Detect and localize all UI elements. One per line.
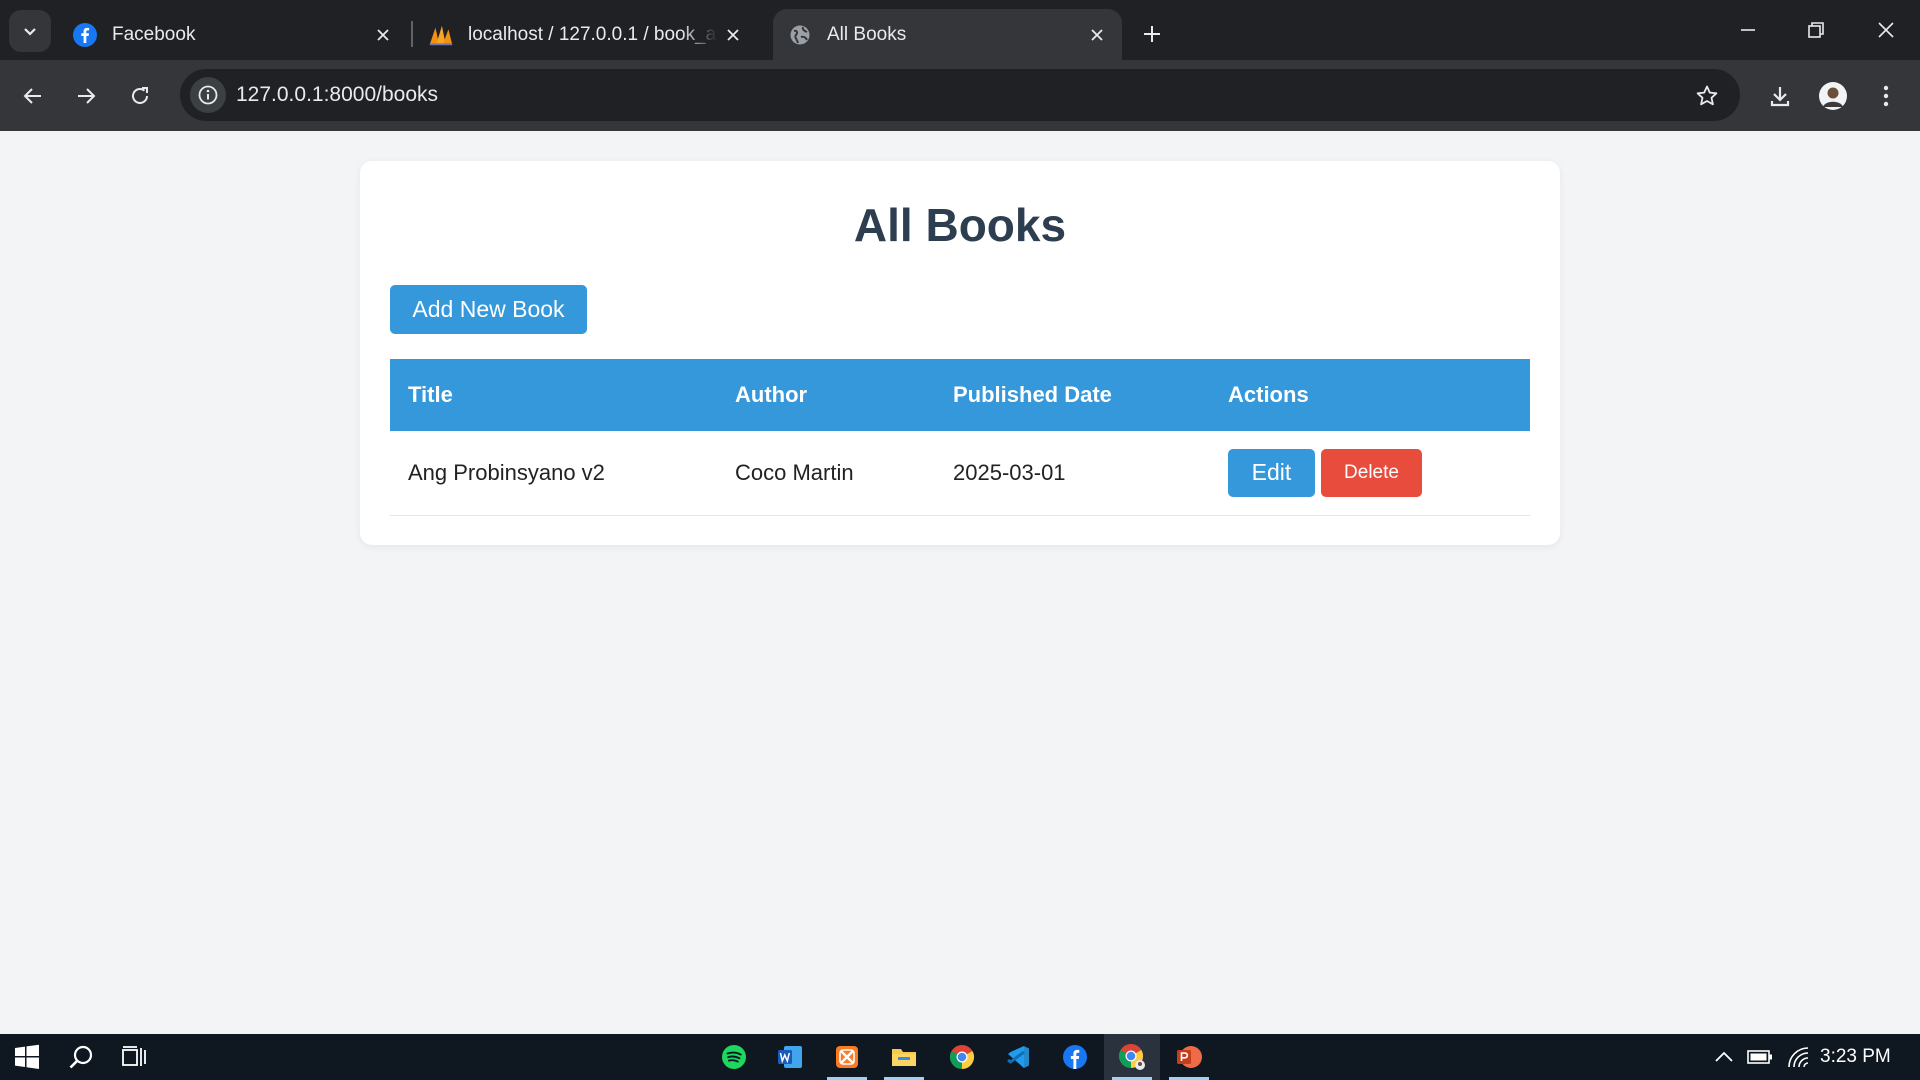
- tab-title: Facebook: [112, 23, 196, 45]
- profile-avatar[interactable]: [1811, 74, 1855, 118]
- show-hidden-icons-button[interactable]: [1712, 1034, 1736, 1080]
- facebook-app[interactable]: [1047, 1034, 1103, 1080]
- table-header-row: Title Author Published Date Actions: [390, 359, 1530, 431]
- vscode-icon: [1007, 1046, 1029, 1068]
- browser-tab-bar: Facebook localhost / 127.0.0.1 / book_ac…: [0, 0, 1920, 60]
- close-icon[interactable]: [1082, 20, 1112, 50]
- address-url[interactable]: 127.0.0.1:8000/books: [236, 83, 438, 107]
- page-title: All Books: [853, 199, 1067, 251]
- chrome-app[interactable]: [934, 1034, 990, 1080]
- file-explorer-icon: [892, 1049, 916, 1066]
- vscode-app[interactable]: [990, 1034, 1046, 1080]
- taskbar-clock[interactable]: 3:23 PM: [1820, 1046, 1891, 1068]
- arrow-left-icon: [23, 88, 41, 104]
- reload-button[interactable]: [118, 74, 162, 118]
- powerpoint-app[interactable]: [1161, 1034, 1217, 1080]
- windows-taskbar: 3:23 PM: [0, 1034, 1920, 1080]
- xampp-icon: [836, 1046, 858, 1068]
- task-view-button[interactable]: [108, 1034, 162, 1080]
- page-viewport: All Books Add New Book Title Author Publ…: [0, 131, 1920, 1034]
- close-icon[interactable]: [368, 20, 398, 50]
- tab-title: localhost / 127.0.0.1 / book_acti: [468, 23, 718, 45]
- book-published-date-cell: 2025-03-01: [935, 431, 1210, 516]
- download-icon: [1770, 87, 1790, 107]
- powerpoint-icon: [1177, 1046, 1202, 1068]
- chevron-up-icon: [1715, 1051, 1733, 1062]
- chevron-down-icon: [24, 28, 36, 36]
- tab-phpmyadmin[interactable]: localhost / 127.0.0.1 / book_acti: [414, 9, 758, 60]
- tab-all-books[interactable]: All Books: [773, 9, 1122, 60]
- facebook-icon: [1063, 1045, 1087, 1069]
- address-bar[interactable]: 127.0.0.1:8000/books: [180, 69, 1740, 121]
- minimize-icon: [1741, 29, 1755, 31]
- windows-logo-icon: [15, 1044, 39, 1069]
- facebook-icon: [72, 22, 98, 48]
- column-header-actions: Actions: [1210, 359, 1530, 431]
- menu-button[interactable]: [1864, 74, 1908, 118]
- book-actions-cell: Edit Delete: [1210, 431, 1530, 516]
- task-view-icon: [122, 1046, 146, 1066]
- tab-facebook[interactable]: Facebook: [58, 9, 408, 60]
- books-table: Title Author Published Date Actions Ang …: [390, 359, 1530, 516]
- plus-icon: [1144, 26, 1160, 42]
- forward-button[interactable]: [64, 74, 108, 118]
- column-header-title: Title: [390, 359, 717, 431]
- delete-button[interactable]: Delete: [1321, 448, 1422, 497]
- chrome-icon: [949, 1045, 975, 1069]
- book-title-cell: Ang Probinsyano v2: [390, 431, 717, 516]
- column-header-author: Author: [717, 359, 935, 431]
- word-icon: [778, 1046, 802, 1068]
- table-row: Ang Probinsyano v2 Coco Martin 2025-03-0…: [390, 431, 1530, 516]
- column-header-published-date: Published Date: [935, 359, 1210, 431]
- edit-button[interactable]: Edit: [1228, 448, 1315, 497]
- battery-icon[interactable]: [1745, 1034, 1775, 1080]
- reload-icon: [132, 87, 148, 104]
- tab-title: All Books: [827, 23, 907, 45]
- add-new-book-button[interactable]: Add New Book: [390, 285, 587, 334]
- globe-icon: [787, 22, 813, 48]
- search-button[interactable]: [54, 1034, 108, 1080]
- chrome-profile-icon: [1118, 1044, 1145, 1070]
- word-app[interactable]: [762, 1034, 818, 1080]
- back-button[interactable]: [11, 74, 55, 118]
- downloads-button[interactable]: [1758, 74, 1802, 118]
- site-info-icon[interactable]: [190, 77, 226, 113]
- tab-search-button[interactable]: [9, 10, 51, 52]
- bookmark-star-icon[interactable]: [1692, 81, 1722, 111]
- avatar-icon: [1819, 82, 1847, 110]
- start-button[interactable]: [0, 1034, 54, 1080]
- wifi-icon[interactable]: [1784, 1034, 1814, 1080]
- restore-icon: [1808, 22, 1824, 38]
- spotify-app[interactable]: [706, 1034, 762, 1080]
- browser-toolbar: 127.0.0.1:8000/books: [0, 60, 1920, 131]
- books-card: All Books Add New Book Title Author Publ…: [360, 161, 1560, 545]
- arrow-right-icon: [78, 88, 96, 104]
- xampp-app[interactable]: [819, 1034, 875, 1080]
- close-icon: [1878, 22, 1894, 38]
- close-icon[interactable]: [718, 20, 748, 50]
- search-icon: [69, 1045, 93, 1069]
- chrome-profile-app[interactable]: [1104, 1034, 1160, 1080]
- minimize-button[interactable]: [1720, 8, 1776, 52]
- spotify-icon: [722, 1045, 746, 1069]
- restore-button[interactable]: [1788, 8, 1844, 52]
- more-vertical-icon: [1883, 85, 1889, 107]
- close-window-button[interactable]: [1858, 8, 1914, 52]
- file-explorer-app[interactable]: [876, 1034, 932, 1080]
- phpmyadmin-icon: [428, 22, 454, 48]
- new-tab-button[interactable]: [1132, 14, 1172, 54]
- book-author-cell: Coco Martin: [717, 431, 935, 516]
- tab-separator: [411, 21, 413, 47]
